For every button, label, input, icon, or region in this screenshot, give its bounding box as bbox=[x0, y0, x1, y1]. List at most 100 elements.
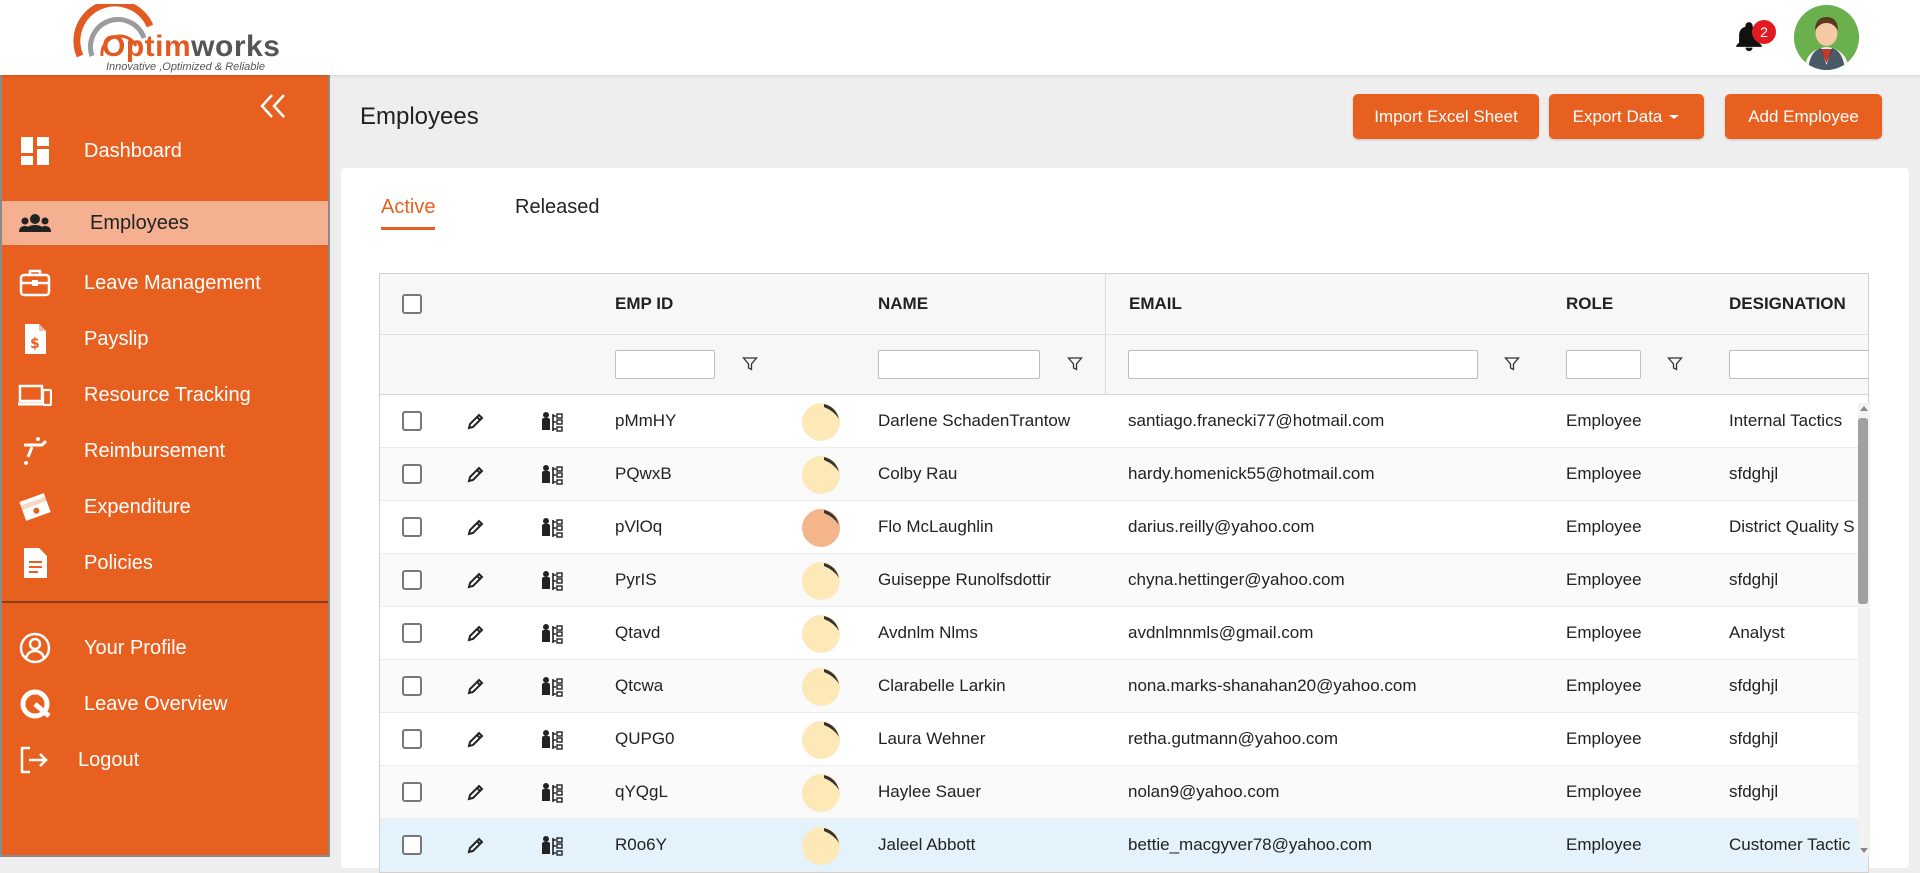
org-chart-icon[interactable] bbox=[540, 675, 564, 699]
column-header-role[interactable]: ROLE bbox=[1566, 294, 1613, 314]
user-avatar[interactable] bbox=[1794, 5, 1859, 70]
sidebar-item-label: Payslip bbox=[84, 328, 149, 350]
table-scrollbar-thumb[interactable] bbox=[1858, 418, 1868, 604]
edit-icon[interactable] bbox=[466, 729, 486, 749]
org-chart-icon[interactable] bbox=[540, 463, 564, 487]
table-row[interactable]: PyrIS Guiseppe Runolfsdottir chyna.hetting… bbox=[380, 554, 1868, 607]
optimworks-logo[interactable]: Optimworks Innovative ,Optimized & Relia… bbox=[70, 4, 285, 73]
select-all-checkbox[interactable] bbox=[402, 294, 422, 314]
sidebar-item-label: Your Profile bbox=[84, 637, 187, 659]
column-header-email[interactable]: EMAIL bbox=[1129, 294, 1182, 314]
designation-filter-input[interactable] bbox=[1729, 350, 1868, 379]
employee-avatar bbox=[802, 827, 840, 865]
logout-icon bbox=[20, 746, 48, 774]
column-header-emp-id[interactable]: EMP ID bbox=[615, 294, 673, 314]
table-row[interactable]: Qtcwa Clarabelle Larkin nona.marks-shanaha… bbox=[380, 660, 1868, 713]
row-checkbox[interactable] bbox=[402, 517, 422, 537]
emp-id-filter-input[interactable] bbox=[615, 350, 715, 379]
filter-icon[interactable] bbox=[742, 356, 758, 372]
import-excel-button[interactable]: Import Excel Sheet bbox=[1353, 94, 1539, 139]
sidebar-item-payslip[interactable]: $ Payslip bbox=[2, 317, 328, 361]
role-cell: Employee bbox=[1566, 835, 1642, 854]
employee-avatar bbox=[802, 456, 840, 494]
briefcase-icon bbox=[19, 269, 51, 297]
org-chart-icon[interactable] bbox=[540, 728, 564, 752]
designation-cell: sfdghjl bbox=[1729, 570, 1779, 589]
edit-icon[interactable] bbox=[466, 517, 486, 537]
org-chart-icon[interactable] bbox=[540, 410, 564, 434]
org-chart-icon[interactable] bbox=[540, 569, 564, 593]
sidebar-item-leave-overview[interactable]: Leave Overview bbox=[2, 682, 328, 726]
edit-icon[interactable] bbox=[466, 411, 486, 431]
export-data-button[interactable]: Export Data bbox=[1549, 94, 1704, 139]
employee-avatar bbox=[802, 721, 840, 759]
sidebar-item-your-profile[interactable]: Your Profile bbox=[2, 626, 328, 670]
table-row[interactable]: R0o6Y Jaleel Abbott bettie_macgyver78@yaho… bbox=[380, 819, 1868, 872]
name-cell: Flo McLaughlin bbox=[878, 517, 994, 536]
sidebar-item-label: Employees bbox=[90, 212, 189, 234]
org-chart-icon[interactable] bbox=[540, 622, 564, 646]
email-filter-input[interactable] bbox=[1128, 350, 1478, 379]
edit-icon[interactable] bbox=[466, 623, 486, 643]
sidebar-item-dashboard[interactable]: Dashboard bbox=[2, 129, 328, 173]
row-checkbox[interactable] bbox=[402, 570, 422, 590]
employee-avatar bbox=[802, 668, 840, 706]
sidebar-divider bbox=[2, 601, 328, 603]
filter-icon[interactable] bbox=[1504, 356, 1520, 372]
org-chart-icon[interactable] bbox=[540, 516, 564, 540]
edit-icon[interactable] bbox=[466, 835, 486, 855]
emp-id-cell: QUPG0 bbox=[615, 729, 675, 748]
column-header-name[interactable]: NAME bbox=[878, 294, 928, 314]
row-checkbox[interactable] bbox=[402, 676, 422, 696]
table-row[interactable]: pMmHY Darlene SchadenTrantow santiago.fran… bbox=[380, 395, 1868, 448]
designation-cell: sfdghjl bbox=[1729, 782, 1779, 801]
sidebar-item-logout[interactable]: Logout bbox=[2, 738, 328, 782]
sidebar-item-label: Policies bbox=[84, 552, 153, 574]
sidebar-item-resource-tracking[interactable]: Resource Tracking bbox=[2, 373, 328, 417]
table-row[interactable]: qYQgL Haylee Sauer nolan9@yahoo.com Employe… bbox=[380, 766, 1868, 819]
dashboard-icon bbox=[21, 137, 49, 165]
employee-avatar bbox=[802, 562, 840, 600]
table-filter-row bbox=[380, 335, 1868, 395]
table-row[interactable]: PQwxB Colby Rau hardy.homenick55@hotmail.c… bbox=[380, 448, 1868, 501]
table-row[interactable]: Qtavd Avdnlm Nlms avdnlmnmls@gmail.com Empl… bbox=[380, 607, 1868, 660]
filter-icon[interactable] bbox=[1067, 356, 1083, 372]
sidebar-item-policies[interactable]: Policies bbox=[2, 541, 328, 585]
name-cell: Colby Rau bbox=[878, 464, 958, 483]
devices-icon bbox=[18, 384, 52, 407]
row-checkbox[interactable] bbox=[402, 835, 422, 855]
sidebar-item-label: Leave Management bbox=[84, 272, 261, 294]
emp-id-cell: pVlOq bbox=[615, 517, 663, 536]
tab-released[interactable]: Released bbox=[515, 196, 600, 227]
org-chart-icon[interactable] bbox=[540, 834, 564, 858]
edit-icon[interactable] bbox=[466, 570, 486, 590]
table-row[interactable]: pVlOq Flo McLaughlin darius.reilly@yahoo.c… bbox=[380, 501, 1868, 554]
email-cell: bettie_macgyver78@yahoo.com bbox=[1128, 835, 1373, 854]
sidebar-item-employees[interactable]: Employees bbox=[2, 201, 328, 245]
add-employee-button[interactable]: Add Employee bbox=[1725, 94, 1882, 139]
edit-icon[interactable] bbox=[466, 676, 486, 696]
sidebar-item-reimbursement[interactable]: Reimbursement bbox=[2, 429, 328, 473]
caret-down-icon bbox=[1669, 114, 1680, 119]
email-cell: retha.gutmann@yahoo.com bbox=[1128, 729, 1339, 748]
sidebar-item-expenditure[interactable]: Expenditure bbox=[2, 485, 328, 529]
row-checkbox[interactable] bbox=[402, 729, 422, 749]
sidebar-item-leave-management[interactable]: Leave Management bbox=[2, 261, 328, 305]
role-cell: Employee bbox=[1566, 623, 1642, 642]
row-checkbox[interactable] bbox=[402, 782, 422, 802]
collapse-sidebar-icon[interactable] bbox=[258, 91, 288, 121]
column-header-designation[interactable]: DESIGNATION bbox=[1729, 294, 1846, 314]
org-chart-icon[interactable] bbox=[540, 781, 564, 805]
edit-icon[interactable] bbox=[466, 782, 486, 802]
filter-icon[interactable] bbox=[1667, 356, 1683, 372]
sidebar-item-label: Reimbursement bbox=[84, 440, 226, 462]
name-cell: Avdnlm Nlms bbox=[878, 623, 978, 642]
table-row[interactable]: QUPG0 Laura Wehner retha.gutmann@yahoo.com… bbox=[380, 713, 1868, 766]
row-checkbox[interactable] bbox=[402, 464, 422, 484]
tab-active[interactable]: Active bbox=[381, 196, 436, 230]
name-filter-input[interactable] bbox=[878, 350, 1040, 379]
role-filter-input[interactable] bbox=[1566, 350, 1641, 379]
row-checkbox[interactable] bbox=[402, 623, 422, 643]
row-checkbox[interactable] bbox=[402, 411, 422, 431]
edit-icon[interactable] bbox=[466, 464, 486, 484]
